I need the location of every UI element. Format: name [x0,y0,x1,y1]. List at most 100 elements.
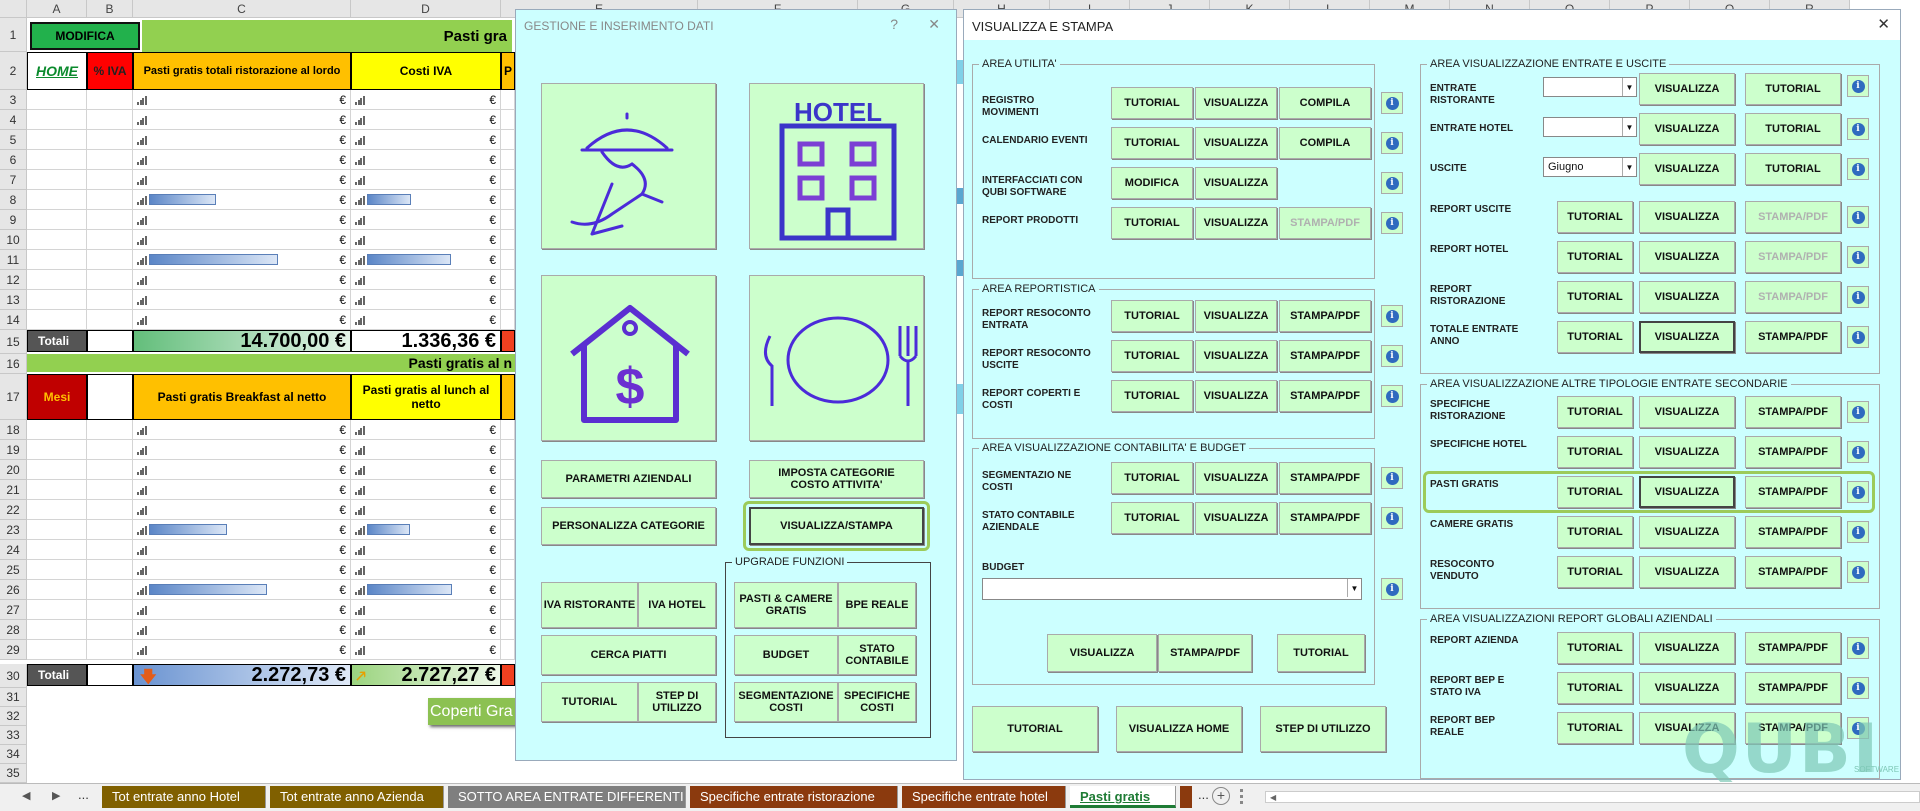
hotel-image-button[interactable]: HOTEL [749,83,924,249]
value-d-cell[interactable]: € [351,150,501,170]
info-button[interactable]: i [1847,75,1869,97]
info-button[interactable]: i [1381,467,1403,489]
tutorial-button[interactable]: TUTORIAL [541,682,638,722]
row-header[interactable]: 27 [0,600,27,620]
month-cell[interactable] [27,580,87,600]
tutorial-button[interactable]: TUTORIAL [1557,712,1633,744]
row-header[interactable]: 34 [0,745,27,764]
info-button[interactable]: i [1381,132,1403,154]
value-e-cell[interactable] [501,500,515,520]
column-header[interactable]: A [27,0,87,18]
iva-cell[interactable] [87,190,133,210]
iva-cell[interactable] [87,290,133,310]
month-cell[interactable] [27,110,87,130]
combo-entrate_ristorante[interactable]: ▼ [1543,77,1637,97]
iva-cell[interactable] [87,520,133,540]
cerca-piatti-button[interactable]: CERCA PIATTI [541,635,716,675]
month-cell[interactable] [27,150,87,170]
info-button[interactable]: i [1847,206,1869,228]
value-c-cell[interactable]: € [133,170,351,190]
personalizza-categorie-button[interactable]: PERSONALIZZA CATEGORIE [541,507,716,545]
column-header[interactable]: B [87,0,133,18]
visualizza-button[interactable]: VISUALIZZA [1195,127,1277,159]
stampa-pdf-button[interactable]: STAMPA/PDF [1279,300,1371,332]
info-button[interactable]: i [1847,637,1869,659]
value-c-cell[interactable]: € [133,210,351,230]
row-header[interactable]: 3 [0,90,27,110]
row-header[interactable]: 28 [0,620,27,640]
step-utilizzo-button[interactable]: STEP DI UTILIZZO [638,682,716,722]
iva-cell[interactable] [87,440,133,460]
value-c-cell[interactable]: € [133,150,351,170]
month-cell[interactable] [27,130,87,150]
chevron-down-icon[interactable]: ▼ [1622,158,1636,176]
tutorial-button[interactable]: TUTORIAL [1557,672,1633,704]
visualizza-button[interactable]: VISUALIZZA [1195,207,1277,239]
iva-cell[interactable] [87,460,133,480]
budget-visualizza-button[interactable]: VISUALIZZA [1047,634,1157,672]
value-d-cell[interactable]: € [351,190,501,210]
iva-cell[interactable] [87,170,133,190]
month-cell[interactable] [27,460,87,480]
month-cell[interactable] [27,250,87,270]
stato-contabile-button[interactable]: STATO CONTABILE [838,635,916,675]
sheet-tab[interactable]: Tot entrate anno Azienda [270,786,444,808]
tab-more-right[interactable]: ... [1198,787,1209,802]
stampa-pdf-button[interactable]: STAMPA/PDF [1745,396,1841,428]
add-sheet-icon[interactable]: + [1212,787,1230,805]
iva-ristorante-button[interactable]: IVA RISTORANTE [541,582,638,628]
close-icon[interactable]: ✕ [1877,15,1890,33]
month-cell[interactable] [27,520,87,540]
value-d-cell[interactable]: € [351,480,501,500]
value-c-cell[interactable]: € [133,90,351,110]
modifica-button[interactable]: MODIFICA [1111,167,1193,199]
value-e-cell[interactable] [501,560,515,580]
ristorazione-image-button[interactable] [541,83,716,249]
value-d-cell[interactable]: € [351,170,501,190]
row-header[interactable]: 8 [0,190,27,210]
stampa-pdf-button[interactable]: STAMPA/PDF [1745,516,1841,548]
visualizza-button[interactable]: VISUALIZZA [1639,113,1735,145]
value-e-cell[interactable] [501,640,515,660]
info-button[interactable]: i [1847,441,1869,463]
close-icon[interactable]: ✕ [928,16,940,33]
combo-entrate_hotel[interactable]: ▼ [1543,117,1637,137]
value-d-cell[interactable]: € [351,580,501,600]
value-e-cell[interactable] [501,130,515,150]
row-header[interactable]: 29 [0,640,27,660]
split-handle[interactable] [1240,789,1243,804]
value-e-cell[interactable] [501,460,515,480]
value-d-cell[interactable]: € [351,500,501,520]
tutorial-button[interactable]: TUTORIAL [1745,113,1841,145]
tutorial-button[interactable]: TUTORIAL [1745,153,1841,185]
chevron-down-icon[interactable]: ▼ [1622,118,1636,136]
iva-cell[interactable] [87,500,133,520]
value-d-cell[interactable]: € [351,310,501,330]
sheet-tab[interactable]: Tot entrate anno Hotel [102,786,266,808]
value-e-cell[interactable] [501,110,515,130]
row-header[interactable]: 24 [0,540,27,560]
tutorial-button[interactable]: TUTORIAL [1557,436,1633,468]
row-header[interactable]: 2 [0,52,27,90]
home-link[interactable]: HOME [27,52,87,90]
row-header[interactable]: 33 [0,726,27,745]
iva-cell[interactable] [87,230,133,250]
value-d-cell[interactable]: € [351,540,501,560]
value-c-cell[interactable]: € [133,230,351,250]
value-d-cell[interactable]: € [351,420,501,440]
column-header[interactable]: C [133,0,351,18]
row-header[interactable]: 7 [0,170,27,190]
visualizza-button[interactable]: VISUALIZZA [1195,87,1277,119]
visualizza-button[interactable]: VISUALIZZA [1639,672,1735,704]
budget-select[interactable]: ▼ [982,578,1362,600]
info-button[interactable]: i [1847,326,1869,348]
info-button[interactable]: i [1381,507,1403,529]
value-c-cell[interactable]: € [133,640,351,660]
value-c-cell[interactable]: € [133,540,351,560]
value-c-cell[interactable]: € [133,290,351,310]
value-d-cell[interactable]: € [351,250,501,270]
iva-cell[interactable] [87,640,133,660]
row-header[interactable]: 4 [0,110,27,130]
info-button[interactable]: i [1381,305,1403,327]
info-button[interactable]: i [1847,677,1869,699]
